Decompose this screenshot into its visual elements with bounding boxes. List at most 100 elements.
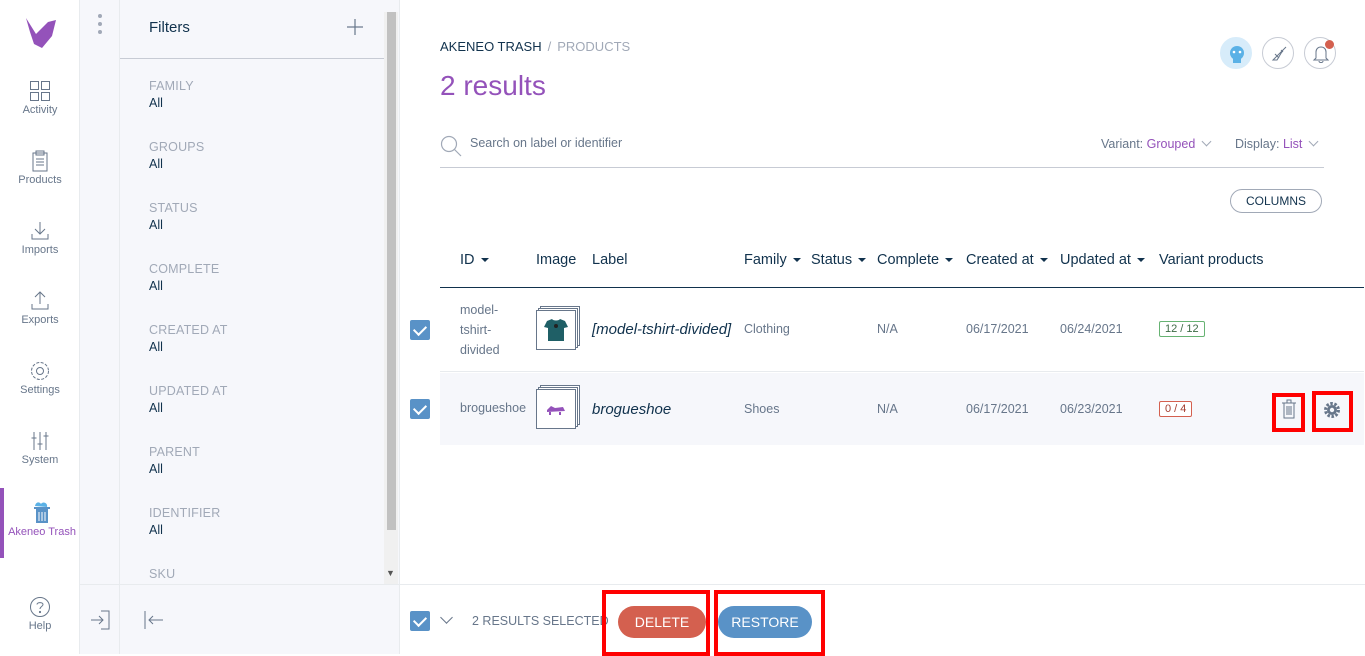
- select-all-checkbox[interactable]: [410, 611, 430, 631]
- filter-label: COMPLETE: [149, 262, 220, 276]
- column-header-status[interactable]: Status: [811, 252, 867, 268]
- collapse-panel-icon[interactable]: [143, 609, 165, 631]
- filters-footer: [120, 584, 400, 654]
- notifications-button[interactable]: [1304, 37, 1336, 69]
- filter-value: All: [149, 218, 163, 232]
- filter-created-at[interactable]: CREATED AT All: [149, 323, 369, 354]
- columns-button[interactable]: COLUMNS: [1230, 189, 1323, 213]
- column-header-label: Status: [811, 252, 853, 268]
- variant-completeness-badge: 12 / 12: [1159, 321, 1205, 337]
- imports-icon: [31, 222, 49, 240]
- sort-caret-icon: [1039, 258, 1048, 262]
- filter-sku[interactable]: SKU: [149, 567, 369, 581]
- help-link[interactable]: Help: [0, 596, 80, 632]
- filter-label: GROUPS: [149, 140, 205, 154]
- nav-item-label: Products: [18, 174, 62, 186]
- search-bar: Variant: Grouped Display: List: [440, 126, 1324, 168]
- column-header-family[interactable]: Family: [744, 252, 801, 268]
- user-avatar[interactable]: [1220, 37, 1252, 69]
- activity-icon: [30, 81, 50, 101]
- product-thumbnail: [536, 385, 580, 429]
- nav-item-label: Imports: [21, 244, 59, 256]
- row-checkbox[interactable]: [410, 320, 430, 340]
- column-header-label: Updated at: [1060, 252, 1131, 268]
- nav-item-label: Settings: [20, 384, 60, 396]
- filters-panel: Filters FAMILY All GROUPS All STATUS All…: [120, 0, 400, 654]
- breadcrumb-separator: /: [547, 39, 552, 54]
- row-updated-at: 06/23/2021: [1060, 402, 1123, 416]
- add-filter-icon[interactable]: [345, 17, 365, 37]
- row-checkbox[interactable]: [410, 399, 430, 419]
- display-selector-value: List: [1282, 137, 1303, 151]
- variant-selector[interactable]: Variant: Grouped: [1101, 136, 1212, 151]
- restore-button[interactable]: RESTORE: [718, 606, 812, 638]
- filter-status[interactable]: STATUS All: [149, 201, 369, 232]
- table-row[interactable]: model-tshirt-divided [model-tshirt-divid…: [410, 288, 1364, 372]
- filter-groups[interactable]: GROUPS All: [149, 140, 369, 171]
- nav-item-exports[interactable]: Exports: [0, 290, 80, 360]
- quick-export-button[interactable]: [1262, 37, 1294, 69]
- chevron-down-icon: [1201, 136, 1212, 147]
- filters-scrollbar[interactable]: [384, 12, 398, 584]
- row-id: model-tshirt-divided: [460, 303, 500, 357]
- row-family: Clothing: [744, 322, 790, 336]
- column-header-label: Created at: [966, 252, 1034, 268]
- help-icon: [30, 597, 50, 617]
- secondary-column: [80, 0, 120, 654]
- more-options-icon[interactable]: [98, 14, 102, 38]
- search-input[interactable]: [470, 136, 970, 150]
- chevron-down-icon[interactable]: [440, 611, 453, 624]
- filter-label: PARENT: [149, 445, 200, 459]
- nav-item-label: Activity: [22, 104, 58, 116]
- filter-parent[interactable]: PARENT All: [149, 445, 369, 476]
- column-header-id[interactable]: ID: [460, 252, 489, 268]
- filter-value: All: [149, 462, 163, 476]
- nav-item-products[interactable]: Products: [0, 150, 80, 220]
- sort-caret-icon: [792, 258, 801, 262]
- row-complete: N/A: [877, 322, 898, 336]
- nav-item-settings[interactable]: Settings: [0, 360, 80, 430]
- column-header-label: ID: [460, 252, 475, 268]
- column-header-variant-products: Variant products: [1159, 252, 1264, 268]
- delete-button[interactable]: DELETE: [618, 606, 706, 638]
- column-header-updated-at[interactable]: Updated at: [1060, 252, 1145, 268]
- filter-label: SKU: [149, 567, 176, 581]
- system-icon: [31, 432, 49, 450]
- filter-identifier[interactable]: IDENTIFIER All: [149, 506, 369, 537]
- nav-item-imports[interactable]: Imports: [0, 220, 80, 290]
- chevron-down-icon: [1308, 136, 1319, 147]
- row-label[interactable]: [model-tshirt-divided]: [592, 321, 731, 338]
- tshirt-icon: [544, 319, 568, 341]
- scrollbar-thumb[interactable]: [387, 12, 396, 530]
- trash-app-icon: [34, 502, 50, 523]
- variant-completeness-badge: 0 / 4: [1159, 401, 1193, 417]
- sort-caret-icon: [858, 258, 867, 262]
- column-header-label: Complete: [877, 252, 940, 268]
- breadcrumb-root[interactable]: AKENEO TRASH: [440, 39, 542, 54]
- filter-value: All: [149, 279, 163, 293]
- filter-updated-at[interactable]: UPDATED AT All: [149, 384, 369, 415]
- row-label[interactable]: brogueshoe: [592, 401, 671, 418]
- column-header-complete[interactable]: Complete: [877, 252, 954, 268]
- secondary-column-footer: [80, 584, 120, 654]
- akeneo-logo[interactable]: [22, 14, 58, 50]
- filter-complete[interactable]: COMPLETE All: [149, 262, 369, 293]
- scroll-down-arrow-icon[interactable]: ▼: [386, 568, 395, 578]
- nav-item-activity[interactable]: Activity: [0, 80, 80, 150]
- shoe-icon: [547, 406, 565, 415]
- nav-item-akeneo-trash[interactable]: Akeneo Trash: [0, 488, 80, 558]
- nav-item-label: Akeneo Trash: [8, 526, 76, 538]
- restore-row-gear-icon[interactable]: [1322, 400, 1342, 420]
- breadcrumb-current[interactable]: PRODUCTS: [557, 39, 630, 54]
- main-content: AKENEO TRASH/PRODUCTS 2 results Vari: [400, 0, 1365, 654]
- product-thumbnail: [536, 306, 580, 350]
- column-header-created-at[interactable]: Created at: [966, 252, 1048, 268]
- avatar-icon: [1230, 46, 1244, 63]
- mass-actions-bar: 2 RESULTS SELECTED DELETE RESTORE: [400, 584, 1365, 656]
- filter-family[interactable]: FAMILY All: [149, 79, 369, 110]
- delete-row-icon[interactable]: [1281, 399, 1297, 419]
- expand-panel-icon[interactable]: [89, 609, 111, 631]
- variant-selector-label: Variant:: [1101, 137, 1144, 151]
- table-row[interactable]: brogueshoe brogueshoe Shoes N/A 06/17/20…: [410, 373, 1364, 445]
- display-selector[interactable]: Display: List: [1235, 136, 1319, 151]
